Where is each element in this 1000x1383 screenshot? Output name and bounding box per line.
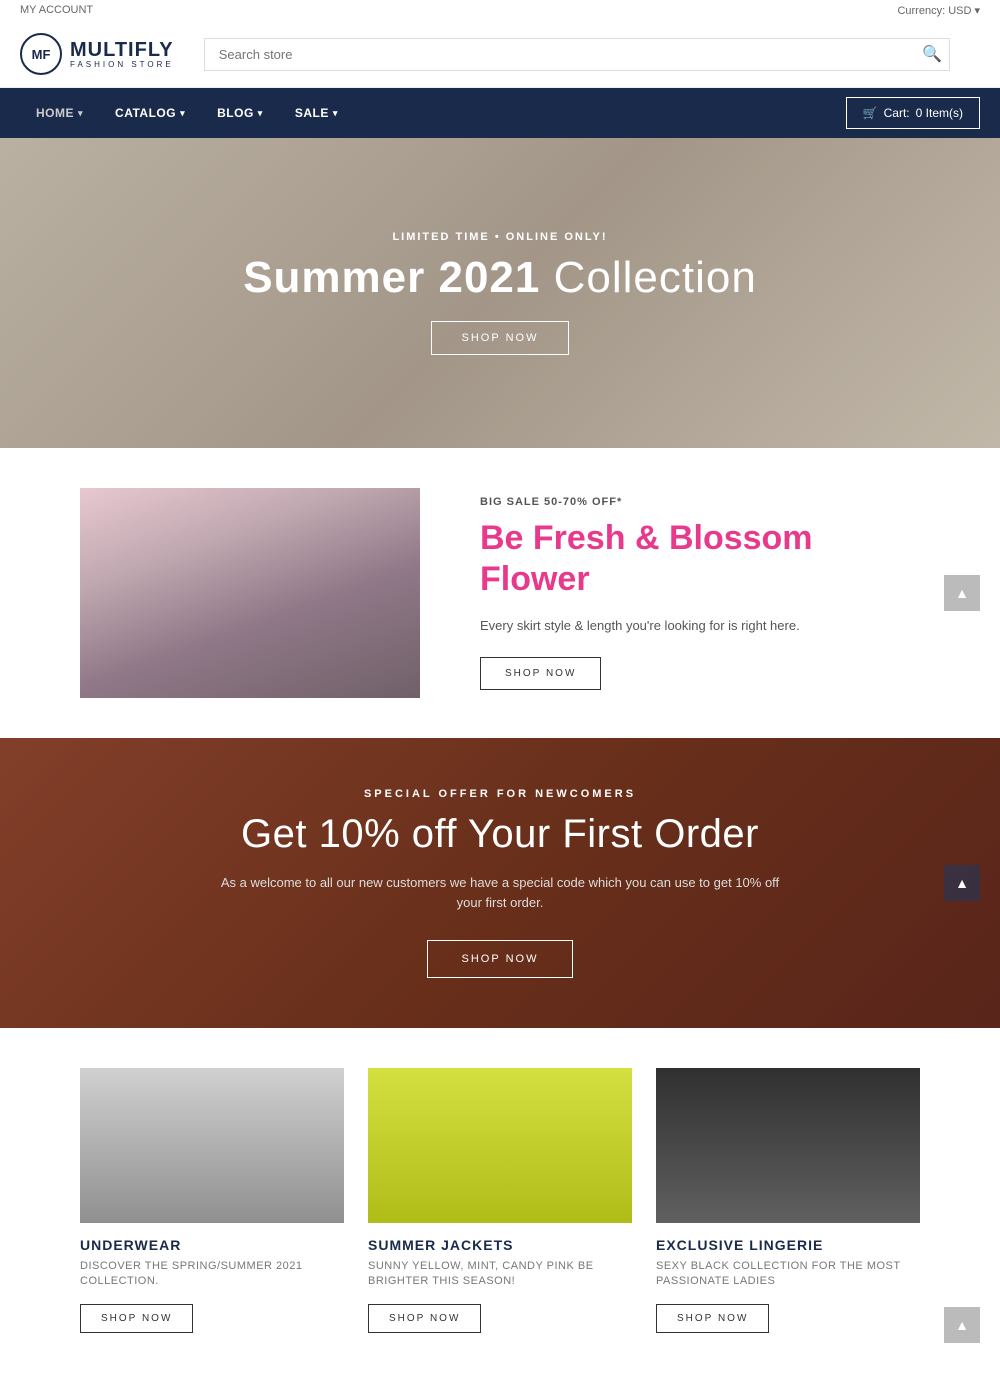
products-wrapper: UNDERWEAR DISCOVER THE SPRING/SUMMER 202… [0,1028,1000,1383]
chevron-down-icon: ▾ [258,108,263,119]
chevron-up-icon: ▲ [955,585,969,601]
products-scroll-to-top-button[interactable]: ▲ [944,1307,980,1343]
products-section: UNDERWEAR DISCOVER THE SPRING/SUMMER 202… [0,1028,1000,1383]
blossom-section: BIG SALE 50-70% OFF* Be Fresh & Blossom … [0,448,1000,738]
hero-subtitle: LIMITED TIME • ONLINE ONLY! [243,231,757,243]
product-image-lingerie [656,1068,920,1223]
promo-subtitle: SPECIAL OFFER FOR NEWCOMERS [364,788,636,800]
promo-title: Get 10% off Your First Order [241,812,759,857]
product-image-underwear [80,1068,344,1223]
cart-label: Cart: [884,106,910,120]
chevron-up-icon: ▲ [955,1317,969,1333]
blossom-wrapper: BIG SALE 50-70% OFF* Be Fresh & Blossom … [0,448,1000,738]
product-desc-jackets: SUNNY YELLOW, MINT, CANDY PINK BE BRIGHT… [368,1259,632,1290]
blossom-title-line2: Flower [480,560,590,598]
hero-shop-now-button[interactable]: SHOP NOW [431,321,570,355]
top-bar: MY ACCOUNT Currency: USD ▾ [0,0,1000,21]
chevron-down-icon: ▾ [333,108,338,119]
search-area: 🔍 [204,38,950,71]
nav-links: HOME ▾ CATALOG ▾ BLOG ▾ SALE ▾ [20,88,354,138]
chevron-down-icon: ▾ [78,108,83,119]
my-account-link[interactable]: MY ACCOUNT [20,4,93,17]
product-image-jackets [368,1068,632,1223]
cart-count: 0 Item(s) [916,106,963,120]
chevron-down-icon: ▾ [180,108,185,119]
nav-catalog[interactable]: CATALOG ▾ [99,88,201,138]
blossom-shop-now-button[interactable]: SHOP NOW [480,657,601,690]
currency-selector[interactable]: Currency: USD ▾ [897,4,980,17]
product-category-jackets: SUMMER JACKETS [368,1237,632,1253]
cart-button[interactable]: 🛒 Cart: 0 Item(s) [846,97,980,129]
navbar: HOME ▾ CATALOG ▾ BLOG ▾ SALE ▾ 🛒 Cart: 0… [0,88,1000,138]
header: MF MULTIFLY FASHION STORE 🔍 [0,21,1000,88]
logo-main-text: MULTIFLY [70,39,174,61]
scroll-to-top-button[interactable]: ▲ [944,575,980,611]
product-category-underwear: UNDERWEAR [80,1237,344,1253]
promo-shop-now-button[interactable]: SHOP NOW [427,940,574,978]
logo[interactable]: MF MULTIFLY FASHION STORE [20,33,174,75]
nav-blog[interactable]: BLOG ▾ [201,88,279,138]
blossom-sale-badge: BIG SALE 50-70% OFF* [480,496,920,508]
logo-icon: MF [20,33,62,75]
promo-description: As a welcome to all our new customers we… [220,873,780,912]
hero-title: Summer 2021 Collection [243,253,757,303]
product-btn-jackets[interactable]: SHOP NOW [368,1304,481,1333]
promo-banner: SPECIAL OFFER FOR NEWCOMERS Get 10% off … [0,738,1000,1028]
product-category-lingerie: EXCLUSIVE LINGERIE [656,1237,920,1253]
hero-content: LIMITED TIME • ONLINE ONLY! Summer 2021 … [243,231,757,355]
product-desc-lingerie: SEXY BLACK COLLECTION FOR THE MOST PASSI… [656,1259,920,1290]
nav-home[interactable]: HOME ▾ [20,88,99,138]
blossom-title-line1: Be Fresh & Blossom [480,519,813,557]
product-card-underwear: UNDERWEAR DISCOVER THE SPRING/SUMMER 202… [80,1068,344,1333]
search-button[interactable]: 🔍 [922,44,942,64]
hero-title-bold: Summer 2021 [243,253,540,302]
hero-banner: LIMITED TIME • ONLINE ONLY! Summer 2021 … [0,138,1000,448]
promo-scroll-to-top-button[interactable]: ▲ [944,865,980,901]
search-input[interactable] [204,38,950,71]
nav-sale[interactable]: SALE ▾ [279,88,354,138]
cart-icon: 🛒 [863,106,878,120]
blossom-description: Every skirt style & length you're lookin… [480,616,920,637]
product-btn-underwear[interactable]: SHOP NOW [80,1304,193,1333]
product-btn-lingerie[interactable]: SHOP NOW [656,1304,769,1333]
blossom-image [80,488,420,698]
product-desc-underwear: DISCOVER THE SPRING/SUMMER 2021 COLLECTI… [80,1259,344,1290]
product-card-jackets: SUMMER JACKETS SUNNY YELLOW, MINT, CANDY… [368,1068,632,1333]
logo-sub-text: FASHION STORE [70,61,174,70]
blossom-title: Be Fresh & Blossom Flower [480,518,920,600]
blossom-text: BIG SALE 50-70% OFF* Be Fresh & Blossom … [480,496,920,689]
hero-title-light: Collection [554,253,757,302]
product-card-lingerie: EXCLUSIVE LINGERIE SEXY BLACK COLLECTION… [656,1068,920,1333]
products-grid: UNDERWEAR DISCOVER THE SPRING/SUMMER 202… [80,1068,920,1333]
chevron-up-icon: ▲ [955,875,969,891]
